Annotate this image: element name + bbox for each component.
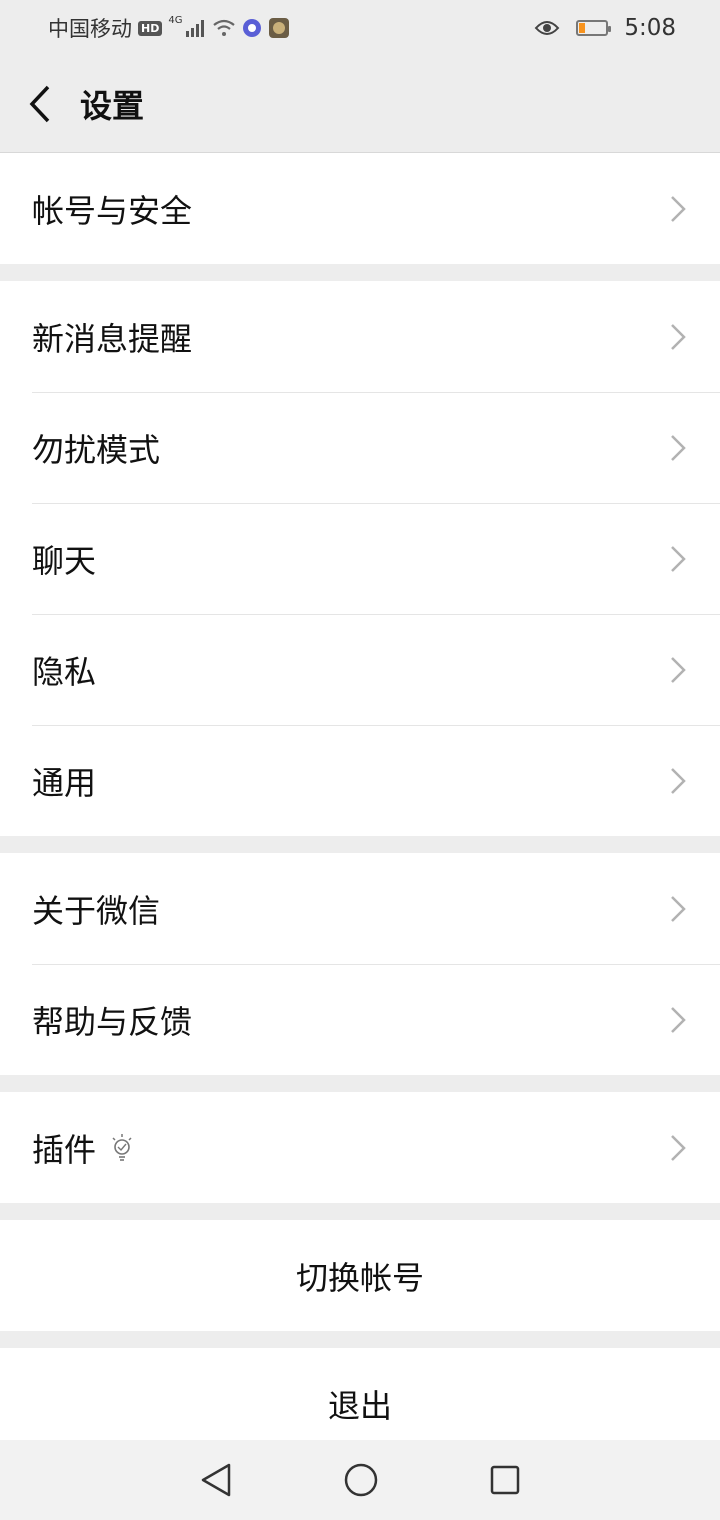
status-right: 5:08 [534,15,676,41]
battery-icon [576,20,612,36]
app-badge-icon [269,18,290,38]
row-plugins[interactable]: 插件 [0,1092,720,1203]
chevron-right-icon [671,767,686,794]
chevron-right-icon [671,434,686,461]
row-general[interactable]: 通用 [0,725,720,836]
chevron-right-icon [671,1006,686,1033]
chevron-right-icon [671,545,686,572]
row-label: 关于微信 [32,891,161,930]
network-type: 4G [168,14,183,26]
chevron-right-icon [671,1134,686,1161]
row-privacy[interactable]: 隐私 [0,614,720,725]
group-about: 关于微信 帮助与反馈 [0,853,720,1075]
row-label: 帐号与安全 [32,191,193,230]
triangle-back-icon[interactable] [199,1462,233,1498]
status-left: 中国移动 HD 4G [48,13,290,43]
square-recent-icon[interactable] [489,1464,521,1496]
signal-icon [186,20,205,37]
row-new-message-alert[interactable]: 新消息提醒 [0,281,720,392]
row-account-security[interactable]: 帐号与安全 [0,153,720,264]
lightbulb-icon [112,1133,132,1161]
row-label: 插件 [32,1130,97,1169]
row-about-wechat[interactable]: 关于微信 [0,853,720,964]
row-chat[interactable]: 聊天 [0,503,720,614]
app-notify-icon [243,19,262,37]
clock: 5:08 [624,15,676,41]
chevron-right-icon [671,656,686,683]
switch-account-button[interactable]: 切换帐号 [0,1220,720,1331]
wifi-icon [213,19,236,36]
chevron-right-icon [671,323,686,350]
row-label: 新消息提醒 [32,319,193,358]
row-label: 勿扰模式 [32,430,161,469]
header: 设置 [0,56,720,153]
settings-list: 帐号与安全 新消息提醒 勿扰模式 聊天 隐私 通用 关于微信 帮助与反馈 插件 … [0,153,720,1476]
back-button[interactable] [0,56,80,152]
group-account: 帐号与安全 [0,153,720,264]
row-label: 通用 [32,763,97,802]
chevron-right-icon [671,195,686,222]
row-label: 帮助与反馈 [32,1002,193,1041]
hd-badge: HD [138,20,163,36]
group-general: 新消息提醒 勿扰模式 聊天 隐私 通用 [0,281,720,836]
circle-home-icon[interactable] [343,1462,379,1498]
page-title: 设置 [80,87,145,125]
row-label-wrap: 插件 [32,1125,668,1171]
group-plugins: 插件 [0,1092,720,1203]
row-help-feedback[interactable]: 帮助与反馈 [0,964,720,1075]
chevron-right-icon [671,895,686,922]
row-label: 隐私 [32,652,97,691]
eye-icon [534,21,560,35]
row-label: 聊天 [32,541,97,580]
row-do-not-disturb[interactable]: 勿扰模式 [0,392,720,503]
carrier-name: 中国移动 [48,17,132,41]
chevron-left-icon [29,85,50,123]
system-nav-bar [0,1440,720,1520]
status-bar: 中国移动 HD 4G 5:08 [0,0,720,56]
